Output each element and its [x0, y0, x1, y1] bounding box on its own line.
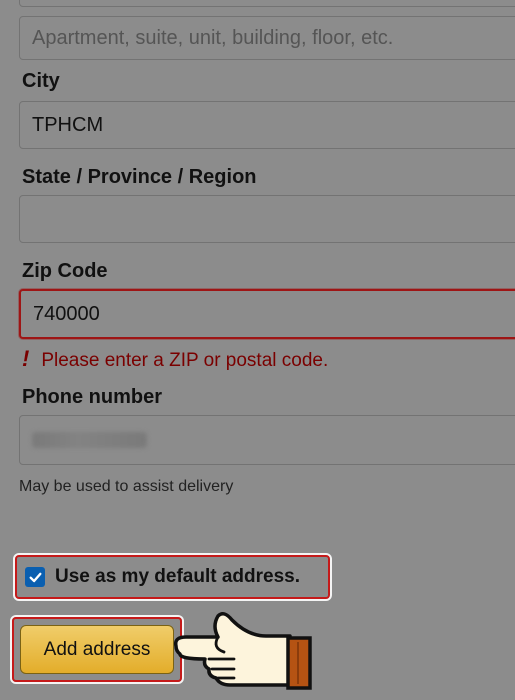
address-line2-placeholder: Apartment, suite, unit, building, floor,… [32, 26, 394, 49]
default-address-label: Use as my default address. [55, 566, 300, 587]
default-address-checkbox[interactable] [25, 567, 45, 587]
city-input[interactable]: TPHCM [19, 101, 515, 149]
phone-input[interactable] [19, 415, 515, 465]
default-address-option[interactable]: Use as my default address. [15, 555, 330, 599]
zip-label: Zip Code [22, 260, 108, 282]
add-address-button[interactable]: Add address [20, 625, 174, 674]
error-icon: ! [22, 346, 30, 371]
zip-input[interactable]: 740000 [19, 289, 515, 339]
address-line1-field-edge[interactable] [19, 0, 515, 7]
state-label: State / Province / Region [22, 166, 257, 188]
checkmark-icon [29, 572, 41, 582]
zip-error-text: Please enter a ZIP or postal code. [41, 350, 329, 371]
zip-error-message: ! Please enter a ZIP or postal code. [22, 346, 328, 372]
phone-hint: May be used to assist delivery [19, 478, 234, 495]
zip-value: 740000 [33, 302, 100, 325]
phone-value-blurred [32, 432, 147, 448]
city-label: City [22, 70, 60, 92]
address-line2-input[interactable]: Apartment, suite, unit, building, floor,… [19, 16, 515, 60]
pointing-hand-icon [173, 612, 312, 690]
add-address-highlight: Add address [12, 617, 182, 682]
phone-label: Phone number [22, 386, 163, 408]
city-value: TPHCM [32, 113, 104, 136]
state-input[interactable] [19, 195, 515, 243]
